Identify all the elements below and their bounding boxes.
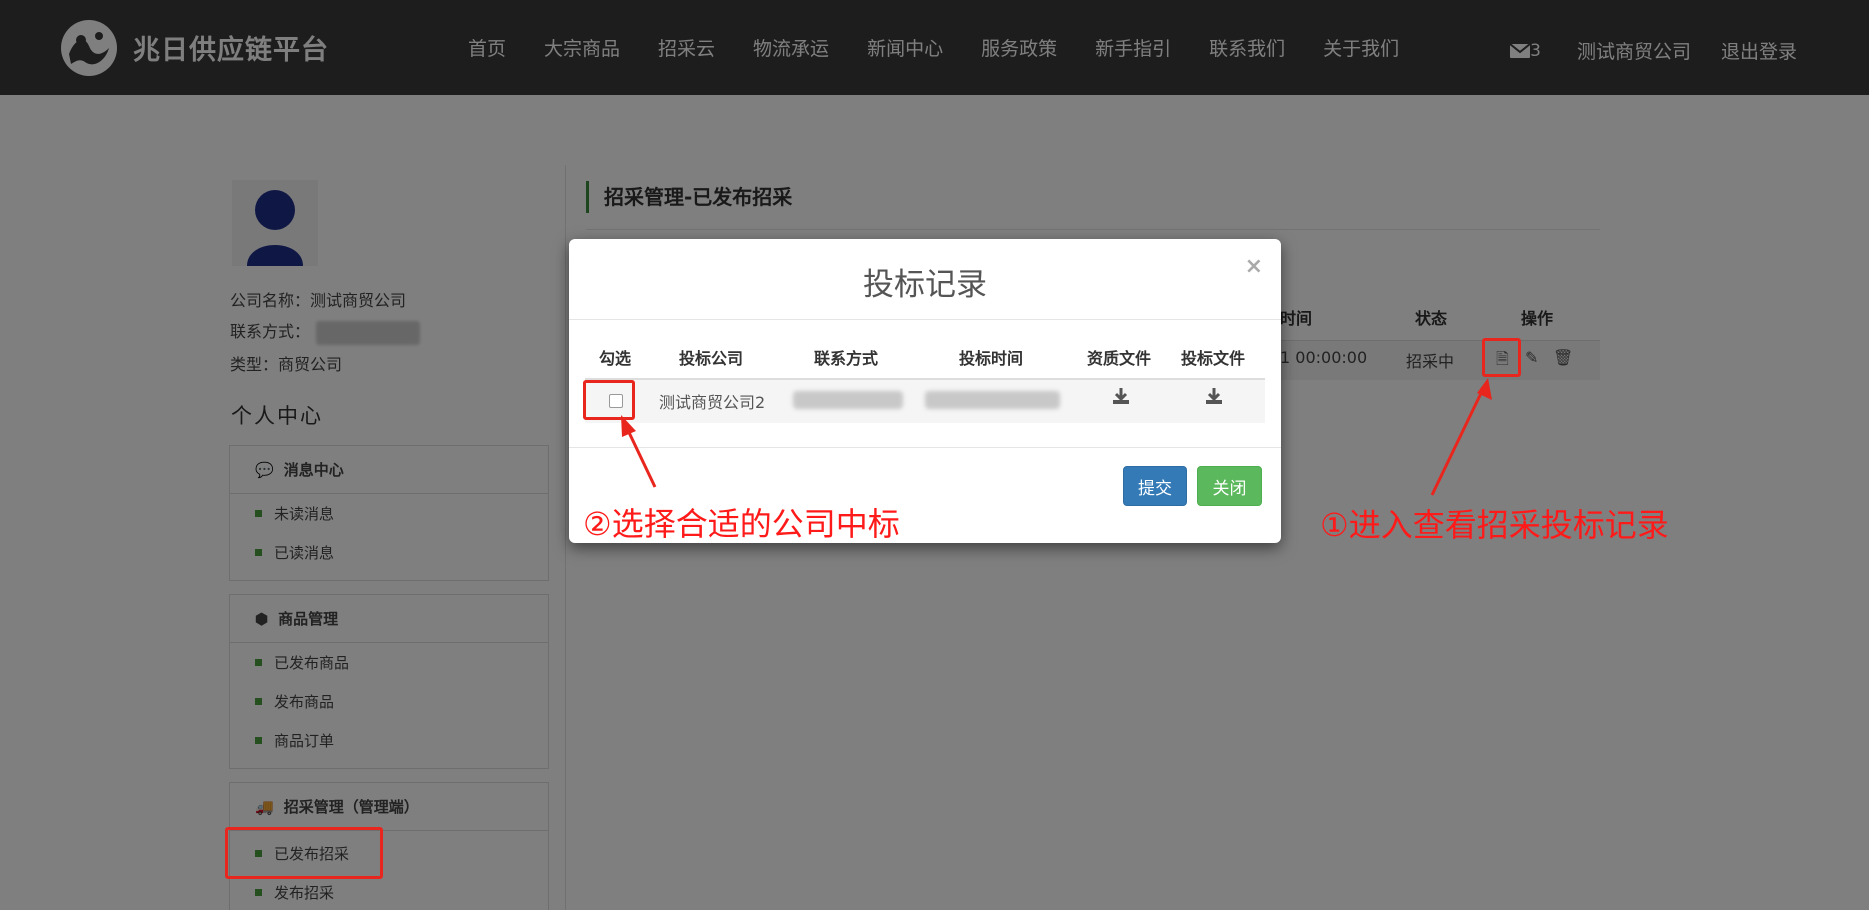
close-button[interactable]: 关闭 <box>1197 466 1262 506</box>
modal-title: 投标记录 <box>863 267 987 303</box>
download-icon <box>1206 388 1222 404</box>
annotation-highlight-view <box>1482 338 1521 377</box>
col-header-bid-time: 投标时间 <box>959 349 1024 368</box>
modal-header-divider <box>569 319 1281 320</box>
redacted-bid-time <box>925 391 1060 409</box>
annotation-step1: ①进入查看招采投标记录 <box>1320 506 1669 544</box>
col-header-select: 勾选 <box>599 349 632 368</box>
bid-records-modal: 投标记录 × 勾选 投标公司 联系方式 投标时间 资质文件 投标文件 测试商贸公… <box>569 239 1281 543</box>
submit-button[interactable]: 提交 <box>1123 466 1187 506</box>
download-bid-file-icon[interactable] <box>1205 387 1223 410</box>
close-icon[interactable]: × <box>1245 254 1263 279</box>
col-header-contact: 联系方式 <box>814 349 879 368</box>
modal-footer-divider <box>569 447 1281 448</box>
annotation-highlight-checkbox <box>583 380 635 420</box>
download-icon <box>1113 388 1129 404</box>
annotation-highlight-sidebar <box>225 827 383 879</box>
redacted-contact <box>793 391 903 409</box>
col-header-bid-file: 投标文件 <box>1181 349 1246 368</box>
annotation-step2: ②选择合适的公司中标 <box>583 505 900 543</box>
col-header-bid-company: 投标公司 <box>679 349 744 368</box>
download-qualification-icon[interactable] <box>1112 387 1130 410</box>
col-header-qualification: 资质文件 <box>1087 349 1152 368</box>
bid-company-name: 测试商贸公司2 <box>659 393 766 412</box>
